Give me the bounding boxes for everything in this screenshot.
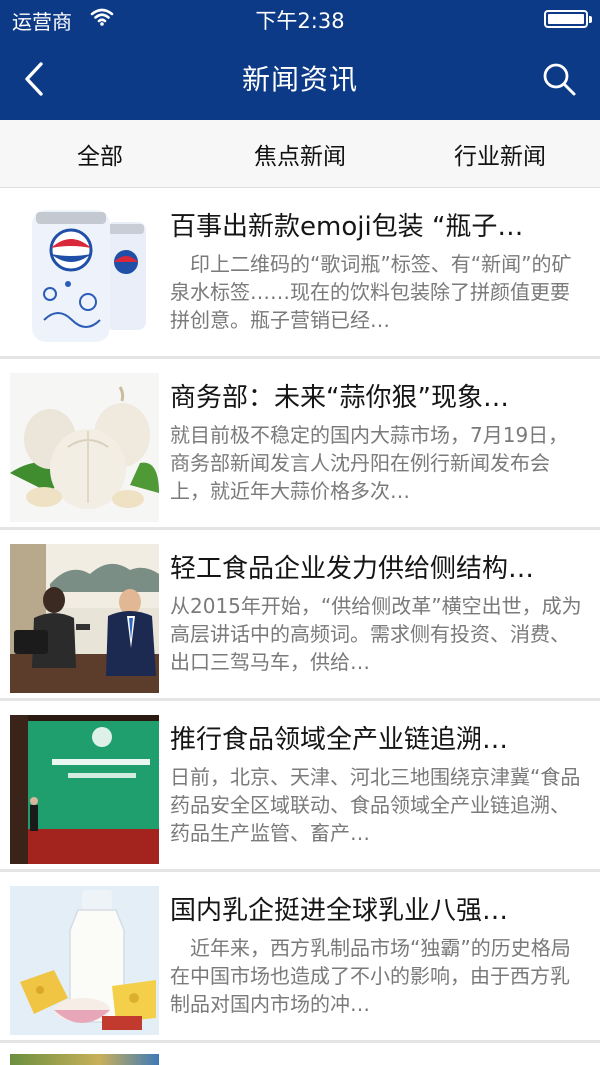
search-button[interactable] (532, 52, 586, 106)
news-title: 百事出新款emoji包装 “瓶子… (170, 212, 524, 242)
page-title: 新闻资讯 (241, 63, 358, 96)
news-thumbnail-interview (10, 544, 159, 693)
status-time: 下午2:38 (255, 9, 345, 33)
news-thumbnail-garlic (10, 373, 159, 522)
tab-industry-news[interactable]: 行业新闻 (400, 120, 600, 187)
news-thumbnail-forum-stage (10, 715, 159, 864)
top-bar: 运营商 下午2:38 新闻资讯 (0, 0, 600, 120)
news-summary: 日前，北京、天津、河北三地围绕京津冀“食品药品安全区域联动、食品领域全产业链追溯… (170, 765, 581, 845)
status-bar: 运营商 下午2:38 (0, 0, 600, 38)
news-item[interactable]: 国内乳企挺进全球乳业八强… 近年来，西方乳制品市场“独霸”的历史格局在中国市场也… (0, 872, 600, 1043)
news-title: 国内乳企挺进全球乳业八强… (170, 896, 509, 926)
news-title: 轻工食品企业发力供给侧结构… (170, 554, 535, 584)
tab-focus-news[interactable]: 焦点新闻 (200, 120, 400, 187)
news-title: 推行食品领域全产业链追溯… (170, 725, 509, 755)
news-thumbnail-pepsi (10, 202, 159, 351)
news-item[interactable]: 推行食品领域全产业链追溯… 日前，北京、天津、河北三地围绕京津冀“食品药品安全区… (0, 701, 600, 872)
news-summary: 近年来，西方乳制品市场“独霸”的历史格局在中国市场也造成了不小的影响，由于西方乳… (170, 936, 571, 1016)
nav-bar: 新闻资讯 (0, 38, 600, 120)
tab-all[interactable]: 全部 (0, 120, 200, 187)
search-icon (543, 63, 576, 96)
news-item[interactable]: 轻工食品企业发力供给侧结构… 从2015年开始，“供给侧改革”横空出世，成为高层… (0, 530, 600, 701)
news-summary: 从2015年开始，“供给侧改革”横空出世，成为高层讲话中的高频词。需求侧有投资、… (170, 594, 582, 674)
battery-icon (544, 10, 592, 28)
news-summary: 印上二维码的“歌词瓶”标签、有“新闻”的矿泉水标签……现在的饮料包装除了拼颜值更… (170, 252, 572, 332)
news-title: 商务部：未来“蒜你狠”现象… (170, 383, 509, 413)
news-item[interactable]: 百事出新款emoji包装 “瓶子… 印上二维码的“歌词瓶”标签、有“新闻”的矿泉… (0, 188, 600, 359)
news-summary: 就目前极不稳定的国内大蒜市场，7月19日，商务部新闻发言人沈丹阳在例行新闻发布会… (170, 423, 569, 503)
news-list: 百事出新款emoji包装 “瓶子… 印上二维码的“歌词瓶”标签、有“新闻”的矿泉… (0, 188, 600, 1043)
news-thumbnail-dairy (10, 886, 159, 1035)
category-tabs: 全部 焦点新闻 行业新闻 (0, 120, 600, 188)
news-item[interactable]: 商务部：未来“蒜你狠”现象… 就目前极不稳定的国内大蒜市场，7月19日，商务部新… (0, 359, 600, 530)
news-thumbnail-partial (10, 1054, 159, 1065)
